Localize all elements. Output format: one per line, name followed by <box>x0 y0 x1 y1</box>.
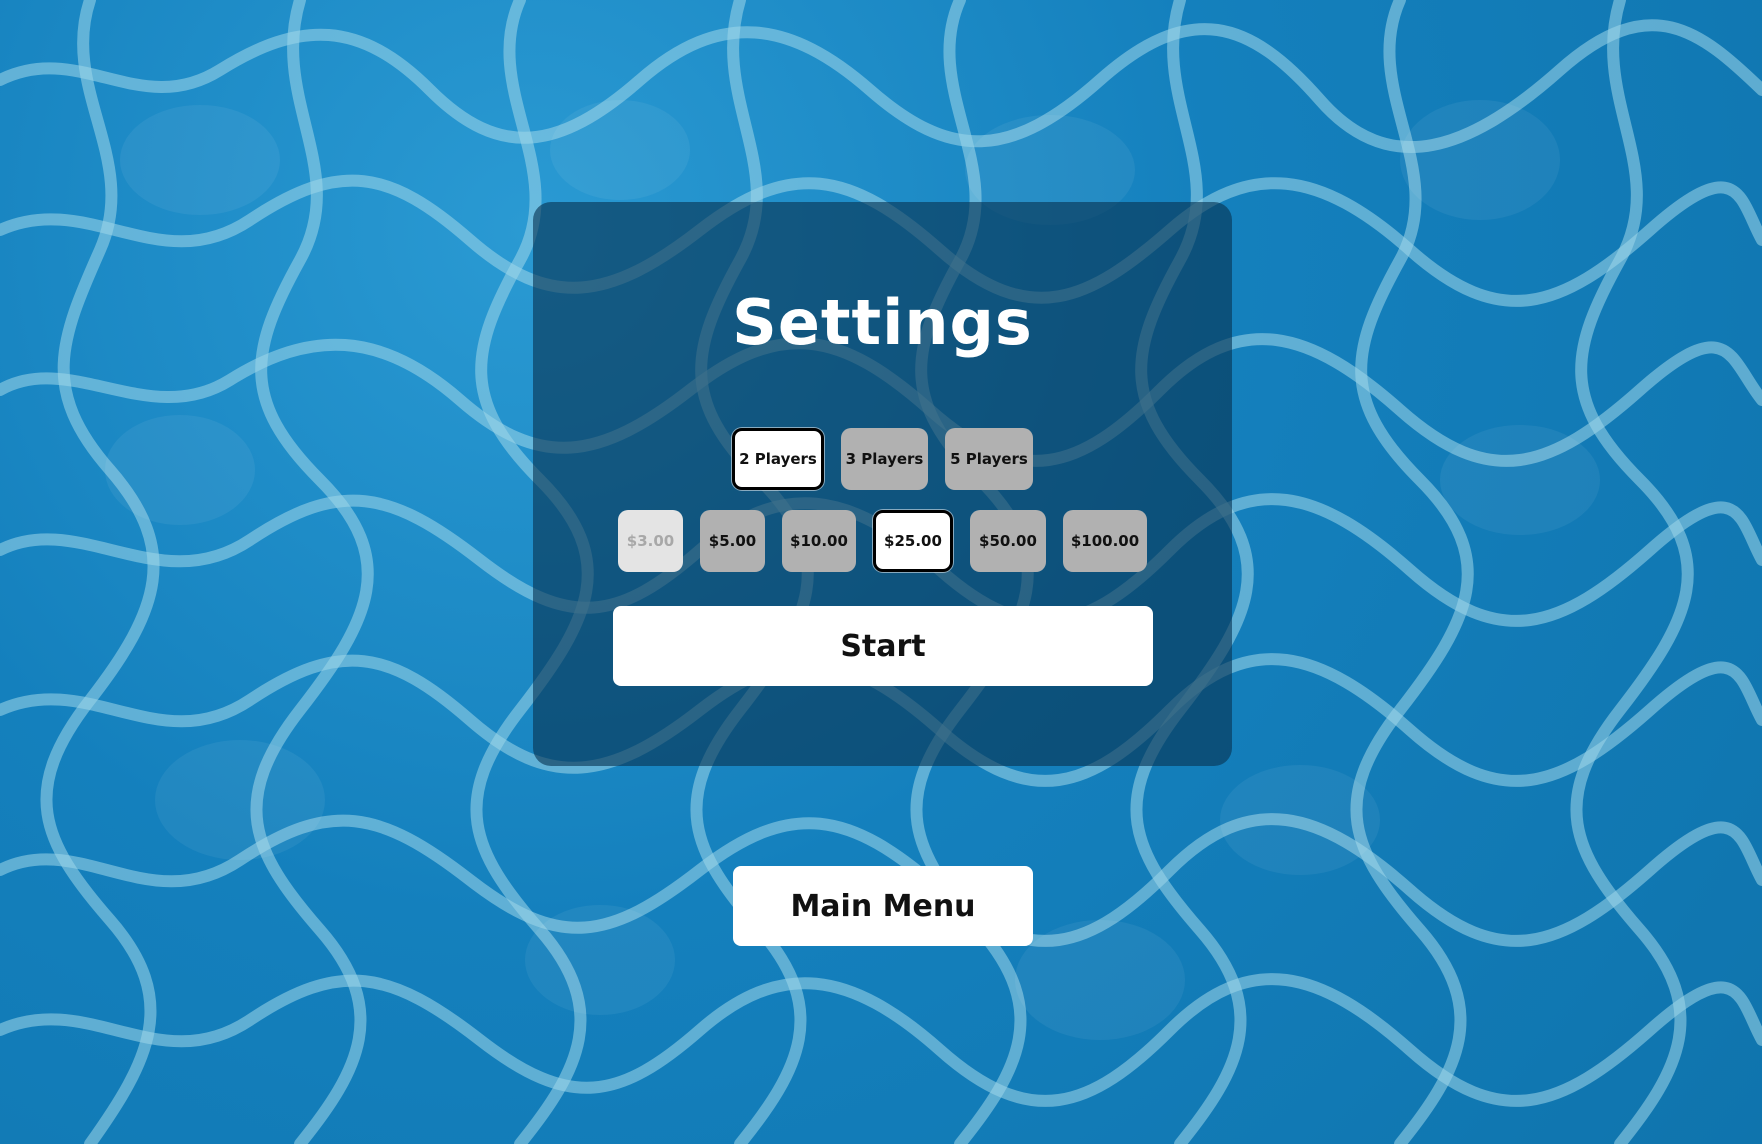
players-5-button[interactable]: 5 Players <box>945 428 1033 490</box>
settings-title: Settings <box>732 286 1033 359</box>
start-button[interactable]: Start <box>613 606 1153 686</box>
stake-50-button[interactable]: $50.00 <box>970 510 1046 572</box>
players-3-button[interactable]: 3 Players <box>841 428 928 490</box>
main-menu-button[interactable]: Main Menu <box>733 866 1033 946</box>
stake-5-button[interactable]: $5.00 <box>700 510 765 572</box>
stake-selector: $3.00 $5.00 $10.00 $25.00 $50.00 $100.00 <box>533 510 1232 572</box>
player-count-selector: 2 Players 3 Players 5 Players <box>533 428 1232 490</box>
stake-3-button[interactable]: $3.00 <box>618 510 683 572</box>
stake-100-button[interactable]: $100.00 <box>1063 510 1147 572</box>
stake-10-button[interactable]: $10.00 <box>782 510 856 572</box>
stake-25-button[interactable]: $25.00 <box>873 510 953 572</box>
players-2-button[interactable]: 2 Players <box>732 428 824 490</box>
settings-panel: Settings 2 Players 3 Players 5 Players $… <box>533 202 1232 766</box>
